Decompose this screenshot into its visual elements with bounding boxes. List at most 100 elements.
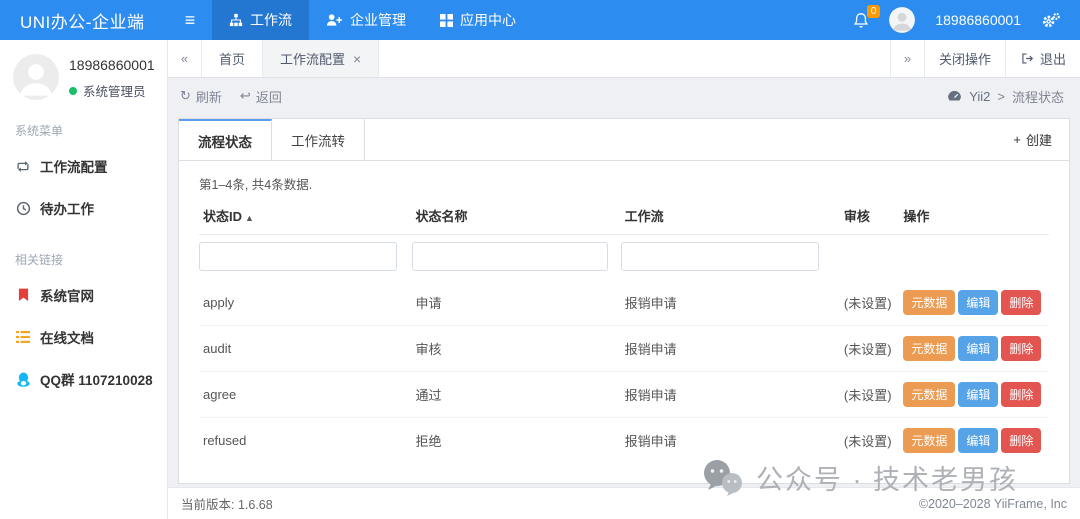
refresh-button[interactable]: ↻ 刷新 xyxy=(180,87,222,106)
sidebar-link-official-site[interactable]: 系统官网 xyxy=(13,274,157,316)
cell-workflow: 报销申请 xyxy=(625,434,677,449)
chevrons-right-icon: » xyxy=(904,51,911,66)
delete-button[interactable]: 删除 xyxy=(1001,382,1041,407)
edit-button[interactable]: 编辑 xyxy=(958,290,998,315)
nav-item-label: 工作流 xyxy=(250,10,292,30)
sidebar-toggle-button[interactable]: ≡ xyxy=(168,0,212,40)
settings-gears-icon[interactable] xyxy=(1041,12,1060,29)
tab-workflow-config[interactable]: 工作流配置 × xyxy=(263,40,379,77)
column-header-status-name[interactable]: 状态名称 xyxy=(412,197,621,235)
delete-button[interactable]: 删除 xyxy=(1001,290,1041,315)
sidebar-item-workflow-config[interactable]: 工作流配置 xyxy=(13,145,157,187)
cell-status-id: apply xyxy=(203,295,234,310)
filter-input-workflow[interactable] xyxy=(621,242,819,271)
navbar-username[interactable]: 18986860001 xyxy=(935,12,1021,28)
filter-input-status-name[interactable] xyxy=(412,242,609,271)
metadata-button[interactable]: 元数据 xyxy=(903,290,955,315)
table-row: apply 申请 报销申请 (未设置) 元数据编辑删除 xyxy=(199,280,1049,326)
user-plus-icon xyxy=(326,13,343,27)
cell-status-name: 申请 xyxy=(416,296,442,311)
close-icon[interactable]: × xyxy=(353,51,361,67)
workflow-status-panel: 流程状态 工作流转 + 创建 第1–4条, 共4条数据. xyxy=(178,118,1070,484)
create-label: 创建 xyxy=(1026,130,1052,149)
tabs-scroll-right-button[interactable]: » xyxy=(890,40,924,77)
panel-tab-workflow-transfer[interactable]: 工作流转 xyxy=(272,119,365,160)
nav-item-app-center[interactable]: 应用中心 xyxy=(423,0,533,40)
sidebar-username: 18986860001 xyxy=(69,57,155,73)
panel-tab-label: 工作流转 xyxy=(291,130,345,150)
sidebar-item-label: 系统官网 xyxy=(40,285,94,305)
panel-tab-label: 流程状态 xyxy=(198,131,252,151)
refresh-icon: ↻ xyxy=(180,88,191,104)
toolbar: ↻ 刷新 ↩ 返回 Yii2 > 流程状态 xyxy=(168,78,1080,114)
breadcrumb: Yii2 > 流程状态 xyxy=(947,87,1068,106)
cell-workflow: 报销申请 xyxy=(625,342,677,357)
metadata-button[interactable]: 元数据 xyxy=(903,428,955,453)
table-filter-row xyxy=(199,235,1049,281)
delete-button[interactable]: 删除 xyxy=(1001,428,1041,453)
logout-icon xyxy=(1020,52,1034,65)
avatar[interactable] xyxy=(889,7,915,33)
breadcrumb-current: 流程状态 xyxy=(1012,87,1064,106)
sidebar-item-label: 在线文档 xyxy=(40,327,94,347)
cell-audit: (未设置) xyxy=(844,434,892,449)
cell-workflow: 报销申请 xyxy=(625,388,677,403)
sitemap-icon xyxy=(229,13,243,27)
back-label: 返回 xyxy=(256,87,282,106)
sidebar: 18986860001 系统管理员 系统菜单 工作流配置 待办工作 相关链接 系… xyxy=(0,40,168,519)
logout-button[interactable]: 退出 xyxy=(1005,40,1080,77)
tabs-scroll-left-button[interactable]: « xyxy=(168,40,202,77)
cell-status-id: audit xyxy=(203,341,231,356)
metadata-button[interactable]: 元数据 xyxy=(903,382,955,407)
column-header-status-id[interactable]: 状态ID▲ xyxy=(199,197,412,235)
list-icon xyxy=(15,331,31,343)
cell-audit: (未设置) xyxy=(844,342,892,357)
copyright-label: ©2020–2028 YiiFrame, Inc xyxy=(919,497,1067,511)
table-row: agree 通过 报销申请 (未设置) 元数据编辑删除 xyxy=(199,372,1049,418)
close-operations-button[interactable]: 关闭操作 xyxy=(924,40,1005,77)
edit-button[interactable]: 编辑 xyxy=(958,336,998,361)
sidebar-section-system-menu: 系统菜单 xyxy=(15,122,157,139)
edit-button[interactable]: 编辑 xyxy=(958,428,998,453)
metadata-button[interactable]: 元数据 xyxy=(903,336,955,361)
plus-icon: + xyxy=(1013,132,1021,147)
breadcrumb-root[interactable]: Yii2 xyxy=(969,89,990,104)
cell-status-id: refused xyxy=(203,433,246,448)
edit-button[interactable]: 编辑 xyxy=(958,382,998,407)
delete-button[interactable]: 删除 xyxy=(1001,336,1041,361)
cell-workflow: 报销申请 xyxy=(625,296,677,311)
cell-status-name: 拒绝 xyxy=(416,434,442,449)
panel-tab-process-status[interactable]: 流程状态 xyxy=(179,119,272,160)
back-button[interactable]: ↩ 返回 xyxy=(240,87,282,106)
version-label: 当前版本: 1.6.68 xyxy=(181,494,273,513)
nav-item-enterprise[interactable]: 企业管理 xyxy=(309,0,423,40)
refresh-label: 刷新 xyxy=(196,87,222,106)
notifications-button[interactable]: 0 xyxy=(853,12,869,29)
tab-home[interactable]: 首页 xyxy=(202,40,263,77)
create-button[interactable]: + 创建 xyxy=(996,119,1069,160)
sidebar-item-todo-work[interactable]: 待办工作 xyxy=(13,187,157,229)
navbar-right: 0 18986860001 xyxy=(853,0,1080,40)
sidebar-link-qq-group[interactable]: QQ群 1107210028 xyxy=(13,358,157,400)
status-table: 状态ID▲ 状态名称 工作流 审核 操作 xyxy=(199,197,1049,463)
loop-arrows-icon xyxy=(15,160,31,173)
hamburger-icon: ≡ xyxy=(185,10,196,31)
cell-audit: (未设置) xyxy=(844,388,892,403)
sidebar-item-label: 待办工作 xyxy=(40,198,94,218)
close-operations-label: 关闭操作 xyxy=(939,49,991,68)
grid-icon xyxy=(440,14,453,27)
clock-icon xyxy=(15,201,31,216)
bookmark-icon xyxy=(15,288,31,302)
sidebar-section-related-links: 相关链接 xyxy=(15,251,157,268)
dashboard-gauge-icon xyxy=(947,90,962,102)
column-header-workflow[interactable]: 工作流 xyxy=(621,197,840,235)
avatar xyxy=(13,54,59,100)
tab-label: 工作流配置 xyxy=(280,49,345,68)
sidebar-link-online-docs[interactable]: 在线文档 xyxy=(13,316,157,358)
cell-status-name: 审核 xyxy=(416,342,442,357)
panel-tabs: 流程状态 工作流转 + 创建 xyxy=(179,119,1069,161)
nav-item-workflow[interactable]: 工作流 xyxy=(212,0,309,40)
online-status-dot xyxy=(69,87,77,95)
top-navbar: UNI办公-企业端 ≡ 工作流 企业管理 应用中心 0 18986860001 xyxy=(0,0,1080,40)
filter-input-status-id[interactable] xyxy=(199,242,397,271)
